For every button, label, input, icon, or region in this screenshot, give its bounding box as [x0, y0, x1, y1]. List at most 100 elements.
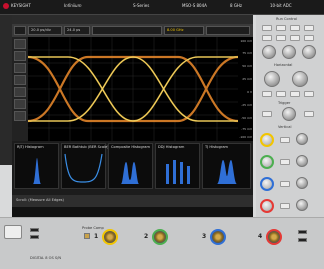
- channel2-number: 2: [144, 233, 149, 240]
- ddj-histogram-chart: [166, 160, 190, 184]
- channel1-scale-knob[interactable]: [260, 133, 274, 147]
- marker-knob[interactable]: [282, 45, 296, 59]
- channel1-offset-knob[interactable]: [296, 133, 308, 145]
- top-bezel: KEYSIGHT Infiniium S-Series MSO-S 804A 8…: [0, 0, 324, 15]
- screenshot-tool-icon[interactable]: [14, 111, 26, 121]
- y-tick-label: 50 mV: [242, 64, 252, 68]
- usb-port-icon[interactable]: [298, 238, 307, 242]
- y-tick-label: -50 mV: [241, 116, 252, 120]
- run-stop-icon[interactable]: [14, 26, 26, 35]
- eye-diagram-plot[interactable]: [28, 37, 238, 141]
- side-toolbar: [12, 37, 28, 141]
- y-tick-label: 75 mV: [242, 51, 252, 55]
- navigate-play-button[interactable]: [290, 91, 300, 97]
- product-line: Infiniium: [64, 3, 82, 8]
- channel4-input-connector[interactable]: [266, 229, 282, 245]
- trigger-level-knob[interactable]: [282, 107, 296, 121]
- trigger-sweep-button[interactable]: [304, 111, 314, 117]
- ddj-histogram-panel[interactable]: DDJ Histogram: [155, 143, 200, 189]
- tj-histogram-panel[interactable]: TJ Histogram: [202, 143, 251, 189]
- zoom-button[interactable]: [262, 91, 272, 97]
- clear-button[interactable]: [290, 25, 300, 31]
- bandwidth-label: 8 GHz: [230, 3, 243, 8]
- channel4-offset-knob[interactable]: [296, 199, 308, 211]
- horizontal-scale-knob[interactable]: [264, 71, 280, 87]
- trigger-status-box[interactable]: [206, 26, 250, 35]
- horizontal-scale-field[interactable]: 20.0 ps/div: [28, 26, 62, 35]
- ber-bathtub-panel[interactable]: BER Bathtub (BER Scale): [61, 143, 109, 189]
- marker-tool-icon[interactable]: [14, 63, 26, 73]
- series-label: S-Series: [133, 3, 150, 8]
- front-control-panel: Run Control Horizontal Trigger Vertical: [256, 15, 324, 217]
- save-button[interactable]: [290, 35, 300, 41]
- vertical-scale-labels: 100 mV 75 mV 50 mV 25 mV 0 V -25 mV -50 …: [238, 37, 253, 141]
- keysight-logo-icon: [3, 3, 9, 9]
- status-message: Scroll: (Measure All Edges): [16, 198, 64, 202]
- navigate-forward-button[interactable]: [304, 91, 314, 97]
- channel1-input-connector[interactable]: [102, 229, 118, 245]
- horizontal-position-knob[interactable]: [292, 71, 308, 87]
- print-button[interactable]: [304, 35, 314, 41]
- composite-histogram-panel[interactable]: Composite Histogram: [108, 143, 153, 189]
- horizontal-label: Horizontal: [274, 63, 293, 67]
- brand-name: KEYSIGHT: [11, 3, 31, 8]
- channel4-scale-knob[interactable]: [260, 199, 274, 213]
- vertical-label: Vertical: [278, 125, 292, 129]
- adc-label: 10-bit ADC: [270, 3, 292, 8]
- measure-tool-icon[interactable]: [14, 75, 26, 85]
- usb-port-icon[interactable]: [30, 228, 39, 232]
- channel3-scale-knob[interactable]: [260, 177, 274, 191]
- channel2-button[interactable]: [280, 159, 290, 165]
- intensity-knob[interactable]: [302, 45, 316, 59]
- channel1-button[interactable]: [280, 137, 290, 143]
- eye-diagram-svg: [28, 37, 238, 141]
- navigate-back-button[interactable]: [276, 91, 286, 97]
- probe-comp-label: Probe Comp: [82, 226, 104, 230]
- trigger-mode-button[interactable]: [262, 111, 272, 117]
- usb-port-icon[interactable]: [298, 230, 307, 234]
- rjtj-histogram-panel[interactable]: RJTJ Histogram: [14, 143, 59, 189]
- run-control-label: Run Control: [276, 17, 298, 21]
- pointer-tool-icon[interactable]: [14, 39, 26, 49]
- channel1-bandwidth-field[interactable]: 8.00 GHz: [164, 26, 204, 35]
- waveform-overview[interactable]: [92, 26, 162, 35]
- usb-port-icon[interactable]: [30, 235, 39, 239]
- channel3-button[interactable]: [280, 181, 290, 187]
- ber-bathtub-chart: [64, 153, 103, 183]
- channel2-scale-knob[interactable]: [260, 155, 274, 169]
- y-tick-label: 100 mV: [240, 39, 252, 43]
- menu-bar: FileControlSetupDisplayTriggerMeasureMat…: [12, 15, 253, 31]
- y-tick-label: 25 mV: [242, 77, 252, 81]
- channel4-number: 4: [258, 233, 263, 240]
- y-tick-label: -100 mV: [239, 135, 252, 139]
- single-button[interactable]: [276, 25, 286, 31]
- channel3-number: 3: [202, 233, 207, 240]
- horizontal-delay-field[interactable]: 24.0 ps: [64, 26, 90, 35]
- front-model-label: DIGITAL 8 OS S/N: [30, 256, 62, 260]
- y-tick-label: -25 mV: [241, 103, 252, 107]
- y-tick-label: -75 mV: [241, 127, 252, 131]
- run-stop-button[interactable]: [262, 25, 272, 31]
- toolbar: 20.0 ps/div 24.0 ps 8.00 GHz: [12, 24, 253, 37]
- rjtj-histogram-chart: [17, 158, 56, 184]
- entry-knob[interactable]: [262, 45, 276, 59]
- model-label: MSO-S 804A: [182, 3, 207, 8]
- y-tick-label: 0 V: [247, 90, 252, 94]
- probe-comp-terminal[interactable]: [84, 233, 90, 239]
- autoscale-tool-icon[interactable]: [14, 99, 26, 109]
- zone-tool-icon[interactable]: [14, 87, 26, 97]
- channel2-input-connector[interactable]: [152, 229, 168, 245]
- channel2-offset-knob[interactable]: [296, 155, 308, 167]
- analysis-panels: RJTJ Histogram BER Bathtub (BER Scale) C…: [12, 141, 253, 207]
- channel3-input-connector[interactable]: [210, 229, 226, 245]
- touch-button[interactable]: [276, 35, 286, 41]
- channel3-offset-knob[interactable]: [296, 177, 308, 189]
- power-button[interactable]: [4, 225, 22, 239]
- zoom-tool-icon[interactable]: [14, 51, 26, 61]
- default-setup-button[interactable]: [304, 25, 314, 31]
- channel4-button[interactable]: [280, 203, 290, 209]
- channel1-number: 1: [94, 233, 99, 240]
- tj-histogram-chart: [205, 160, 248, 184]
- composite-histogram-chart: [111, 162, 150, 184]
- autoscale-button[interactable]: [262, 35, 272, 41]
